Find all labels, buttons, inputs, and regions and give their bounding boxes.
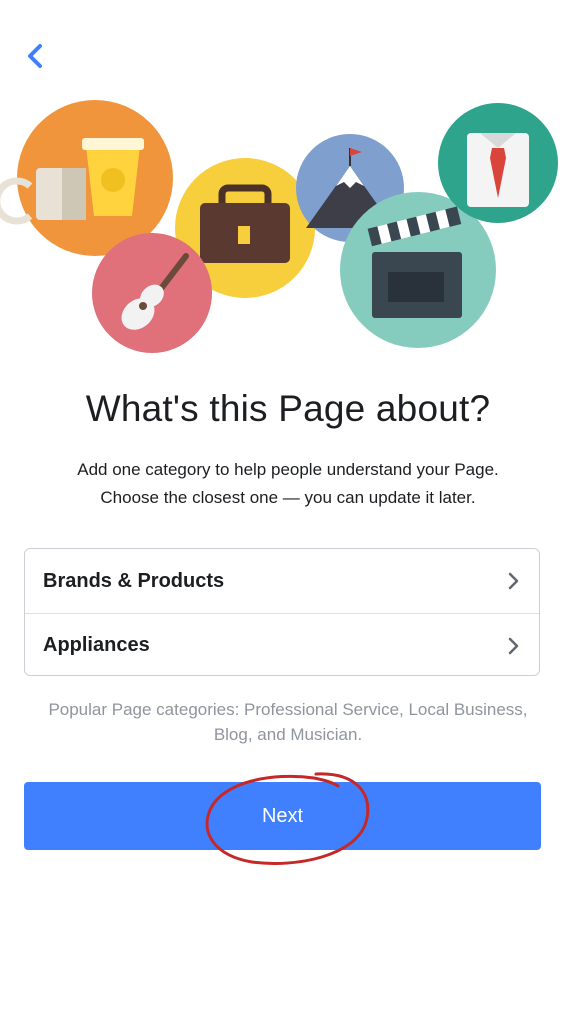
category-label: Appliances — [43, 634, 150, 656]
coffee-cups-icon — [0, 100, 173, 256]
subtitle-line: Add one category to help people understa… — [77, 460, 499, 479]
shirt-tie-icon — [438, 103, 558, 223]
page-subtitle: Add one category to help people understa… — [20, 456, 556, 512]
category-item-appliances[interactable]: Appliances — [25, 613, 539, 677]
popular-categories-hint: Popular Page categories: Professional Se… — [14, 697, 562, 747]
hint-line: Blog, and Musician. — [213, 725, 363, 744]
guitar-icon — [92, 233, 212, 353]
next-button-label: Next — [261, 804, 304, 827]
category-item-brands-products[interactable]: Brands & Products — [25, 549, 539, 613]
hint-line: Popular Page categories: Professional Se… — [48, 700, 528, 719]
chevron-right-icon — [508, 572, 519, 590]
page-title: What's this Page about? — [85, 388, 491, 429]
next-button[interactable]: Next — [24, 782, 541, 850]
category-illustration — [0, 100, 558, 353]
category-list: Brands & Products Appliances — [24, 548, 540, 676]
create-page-category-screen: What's this Page about? Add one category… — [0, 0, 576, 1024]
subtitle-line: Choose the closest one — you can update … — [100, 488, 476, 507]
chevron-left-icon — [28, 44, 42, 68]
back-button[interactable] — [18, 38, 54, 74]
category-label: Brands & Products — [43, 569, 225, 592]
chevron-right-icon — [508, 637, 519, 655]
